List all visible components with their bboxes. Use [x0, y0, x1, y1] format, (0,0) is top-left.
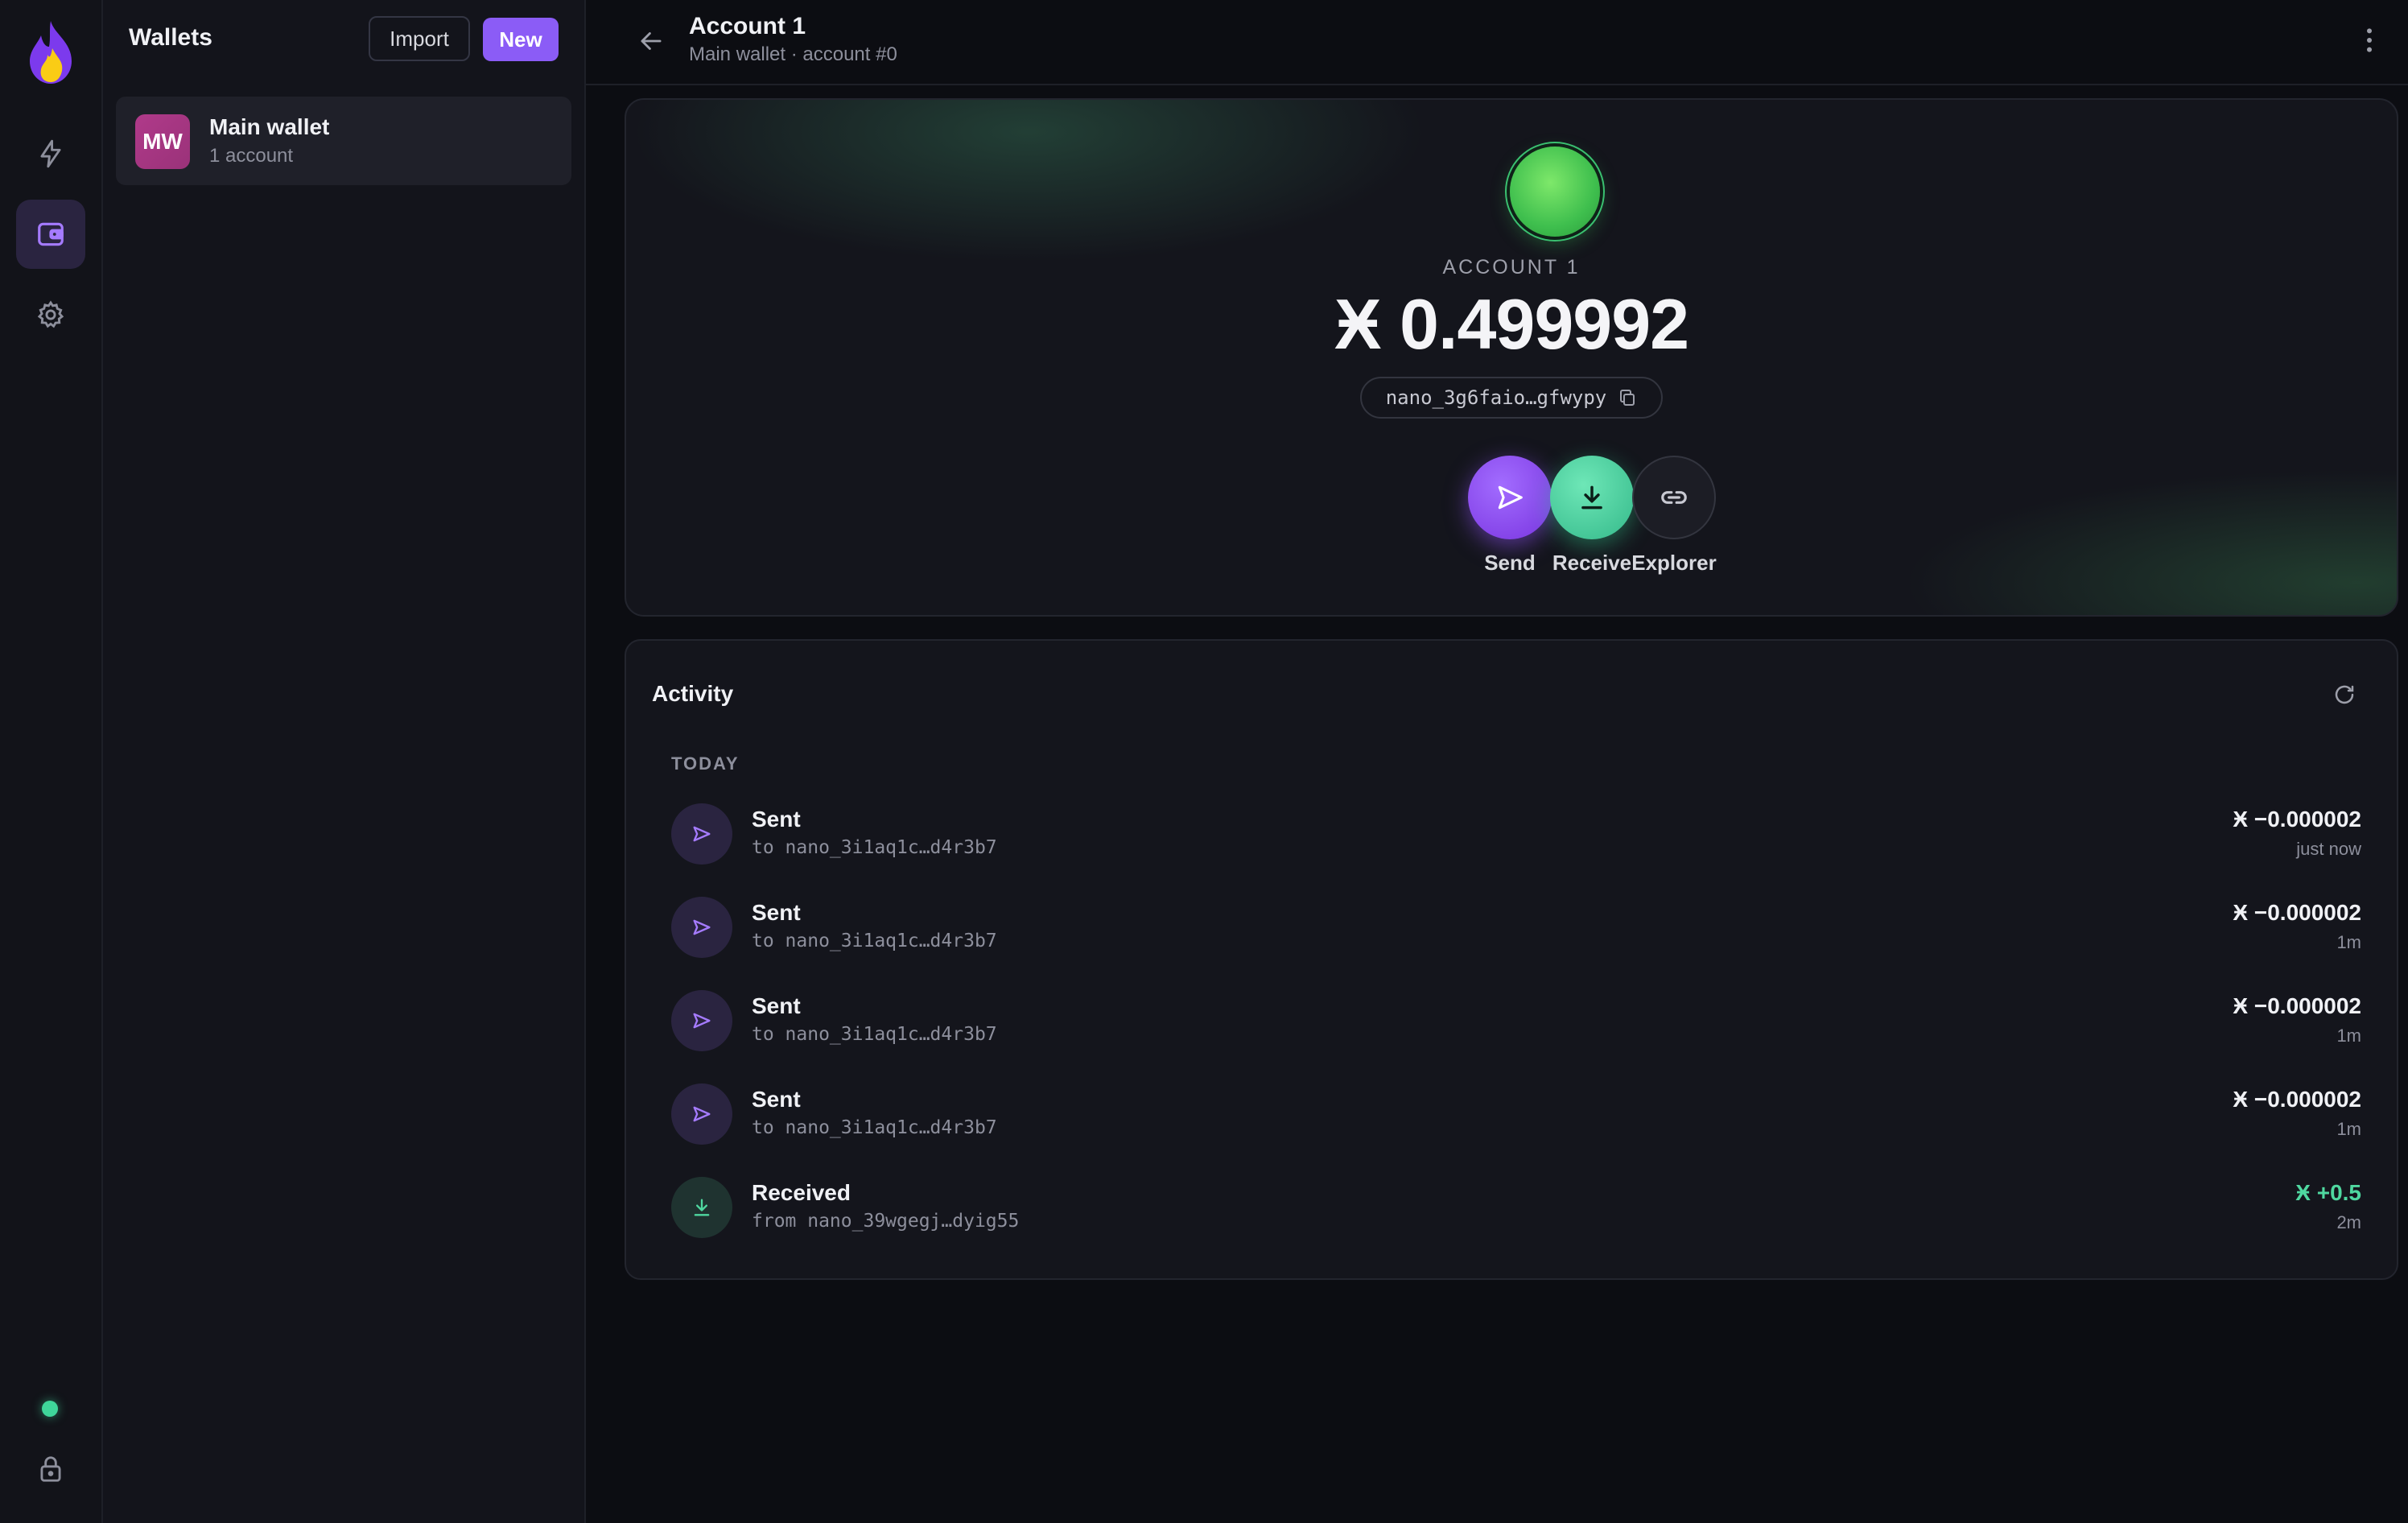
rail-settings-button[interactable]	[16, 280, 85, 349]
activity-row[interactable]: Sent to nano_3i1aq1c…d4r3b7 Ӿ −0.000002 …	[671, 980, 2361, 1061]
nav-rail	[0, 0, 103, 1523]
more-options-icon[interactable]	[2353, 24, 2385, 56]
account-header: Account 1 Main wallet · account #0	[586, 0, 2408, 85]
explorer-label: Explorer	[1631, 551, 1717, 575]
activity-title: Activity	[652, 681, 734, 706]
gear-icon	[37, 300, 64, 328]
tx-amount: Ӿ −0.000002	[2233, 807, 2361, 832]
sent-icon	[671, 990, 732, 1051]
tx-time: just now	[2296, 839, 2361, 859]
balance-card: ACCOUNT 1 Ӿ 0.499992 nano_3g6faio…gfwypy…	[625, 98, 2398, 617]
tx-peer: to nano_3i1aq1c…d4r3b7	[752, 1117, 997, 1138]
tx-peer: from nano_39wgegj…dyig55	[752, 1211, 1020, 1232]
account-subtitle: Main wallet · account #0	[689, 43, 897, 65]
activity-row[interactable]: Sent to nano_3i1aq1c…d4r3b7 Ӿ −0.000002 …	[671, 887, 2361, 968]
explorer-action[interactable]: Explorer	[1610, 456, 1738, 576]
refresh-icon[interactable]	[2332, 683, 2356, 707]
wallet-account-count: 1 account	[209, 145, 294, 167]
import-wallet-button[interactable]: Import	[369, 16, 470, 61]
wallet-icon	[38, 222, 64, 246]
sent-icon	[671, 897, 732, 958]
activity-row[interactable]: Received from nano_39wgegj…dyig55 Ӿ +0.5…	[671, 1167, 2361, 1248]
tx-peer: to nano_3i1aq1c…d4r3b7	[752, 837, 997, 858]
tx-time: 1m	[2336, 1119, 2361, 1139]
link-icon	[1661, 491, 1687, 504]
download-icon	[1581, 485, 1602, 510]
activity-group-label: TODAY	[671, 753, 740, 774]
sent-icon	[671, 1083, 732, 1145]
tx-peer: to nano_3i1aq1c…d4r3b7	[752, 1024, 997, 1045]
copy-icon	[1620, 390, 1635, 406]
tx-time: 1m	[2336, 1026, 2361, 1046]
tx-amount: Ӿ +0.5	[2295, 1180, 2361, 1205]
send-icon	[1498, 485, 1523, 510]
tx-type: Sent	[752, 900, 801, 925]
lock-button[interactable]	[16, 1434, 85, 1504]
flame-logo-icon	[30, 21, 72, 84]
tx-type: Sent	[752, 807, 801, 832]
lightning-icon	[40, 139, 61, 168]
tx-type: Sent	[752, 993, 801, 1018]
tx-amount: Ӿ −0.000002	[2233, 1087, 2361, 1112]
received-icon	[671, 1177, 732, 1238]
connection-status-dot	[42, 1401, 58, 1417]
wallet-list-item[interactable]: MW Main wallet 1 account	[116, 97, 571, 185]
tx-amount: Ӿ −0.000002	[2233, 900, 2361, 925]
account-balance: Ӿ 0.499992	[1334, 284, 1689, 364]
sent-icon	[671, 803, 732, 865]
explorer-button[interactable]	[1632, 456, 1716, 539]
activity-card: Activity TODAY Sent to nano_3i1aq1c…d4r3…	[625, 639, 2398, 1280]
address-copy-pill[interactable]: nano_3g6faio…gfwypy	[1360, 377, 1663, 419]
activity-row[interactable]: Sent to nano_3i1aq1c…d4r3b7 Ӿ −0.000002 …	[671, 794, 2361, 874]
account-label: ACCOUNT 1	[1442, 256, 1581, 279]
back-arrow-icon[interactable]	[636, 26, 666, 56]
rail-wallet-button[interactable]	[16, 200, 85, 269]
new-wallet-button[interactable]: New	[483, 18, 559, 61]
tx-type: Sent	[752, 1087, 801, 1112]
account-title: Account 1	[689, 13, 806, 39]
account-address: nano_3g6faio…gfwypy	[1385, 386, 1607, 409]
rail-lightning-button[interactable]	[16, 119, 85, 188]
wallets-panel: Wallets Import New MW Main wallet 1 acco…	[103, 0, 586, 1523]
activity-row[interactable]: Sent to nano_3i1aq1c…d4r3b7 Ӿ −0.000002 …	[671, 1074, 2361, 1154]
tx-amount: Ӿ −0.000002	[2233, 993, 2361, 1018]
tx-time: 2m	[2336, 1212, 2361, 1232]
wallets-title: Wallets	[129, 24, 212, 51]
tx-type: Received	[752, 1180, 851, 1205]
wallet-avatar: MW	[135, 114, 190, 169]
lock-icon	[40, 1456, 61, 1482]
wallet-name: Main wallet	[209, 114, 330, 139]
tx-peer: to nano_3i1aq1c…d4r3b7	[752, 931, 997, 951]
tx-time: 1m	[2336, 932, 2361, 952]
account-avatar-orb	[1510, 147, 1600, 237]
